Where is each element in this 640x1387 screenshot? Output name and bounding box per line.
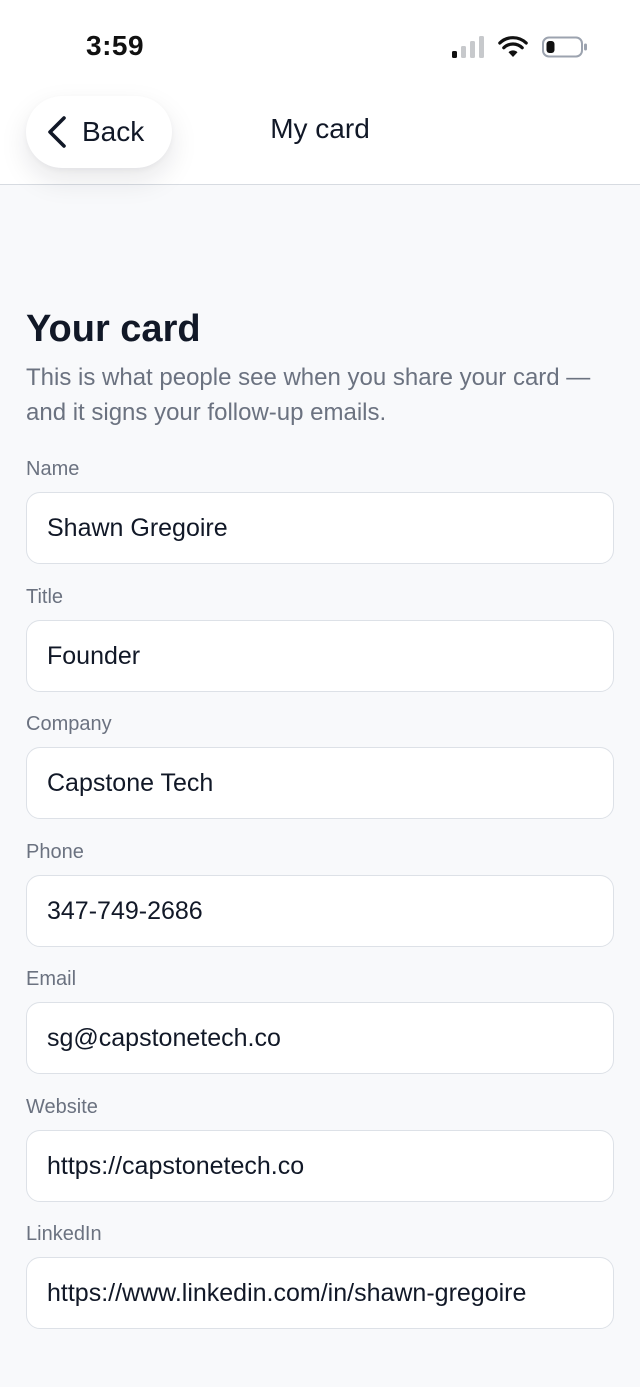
linkedin-field[interactable] [26,1257,614,1329]
section-title: Your card [26,308,201,350]
email-label: Email [26,968,77,990]
cellular-signal-icon [452,36,484,58]
company-label: Company [26,713,112,735]
phone-field[interactable] [26,875,614,947]
company-field[interactable] [26,747,614,819]
status-time: 3:59 [86,30,145,61]
battery-icon [542,36,587,58]
top-bar: 3:59 Back My card [0,0,640,185]
name-label: Name [26,458,80,480]
name-field[interactable] [26,492,614,564]
section-description: This is what people see when you share y… [26,364,591,426]
page-title: My card [270,113,370,144]
website-field[interactable] [26,1130,614,1202]
linkedin-label: LinkedIn [26,1223,102,1245]
title-field[interactable] [26,620,614,692]
title-label: Title [26,586,64,608]
wifi-icon [498,36,528,57]
website-label: Website [26,1096,98,1118]
status-icons [452,36,588,58]
phone-label: Phone [26,841,84,863]
email-field[interactable] [26,1002,614,1074]
